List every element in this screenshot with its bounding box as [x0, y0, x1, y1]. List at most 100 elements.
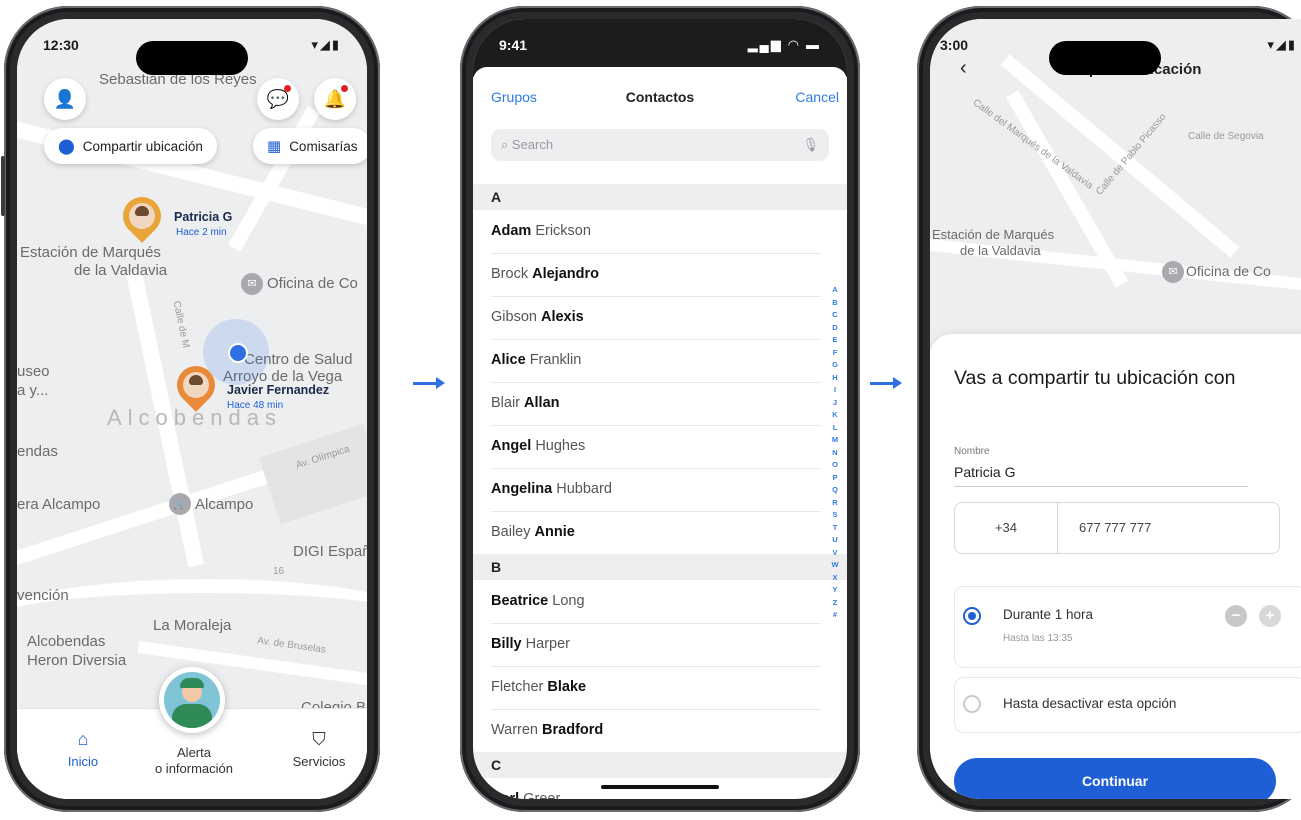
contact-row[interactable]: Brock Alejandro	[491, 253, 821, 297]
map-label: Alcobendas	[27, 633, 106, 650]
notification-dot	[341, 85, 348, 92]
map-screen: Sebastián de los Reyes Estación de Marqu…	[17, 19, 367, 799]
contact-row[interactable]: Angelina Hubbard	[491, 468, 821, 512]
contact-row[interactable]: Fletcher Blake	[491, 666, 821, 710]
contact-last-name: Alejandro	[532, 266, 599, 282]
radio-until-disabled[interactable]	[963, 695, 981, 713]
police-stations-chip[interactable]: ▦ Comisarías	[253, 128, 367, 164]
shopping-cart-icon[interactable]: 🛒	[169, 493, 191, 515]
index-letter[interactable]: G	[830, 359, 840, 372]
cancel-button[interactable]: Cancel	[795, 89, 839, 105]
microphone-icon[interactable]: 🎙	[802, 129, 819, 161]
dynamic-island	[1048, 41, 1161, 75]
index-letter[interactable]: H	[830, 372, 840, 385]
phone-frame-map: Sebastián de los Reyes Estación de Marqu…	[1, 6, 380, 812]
tab-alert[interactable]: Alerta o información	[139, 745, 249, 777]
contact-row[interactable]: Blair Allan	[491, 382, 821, 426]
index-letter[interactable]: P	[830, 472, 840, 485]
contact-pin-patricia[interactable]	[115, 189, 169, 243]
contact-last-seen: Hace 48 min	[227, 400, 284, 411]
option-until-disabled[interactable]: Hasta desactivar esta opción	[954, 677, 1301, 733]
map-label: endas	[17, 443, 58, 460]
index-letter[interactable]: F	[830, 347, 840, 360]
index-letter[interactable]: Z	[830, 597, 840, 610]
alert-fab-button[interactable]	[159, 667, 225, 733]
shield-icon: ⛉	[312, 729, 326, 749]
contact-row[interactable]: Adam Erickson	[491, 210, 821, 254]
contact-last-name: Allan	[524, 395, 560, 411]
index-letter[interactable]: K	[830, 409, 840, 422]
contact-row[interactable]: Bailey Annie	[491, 511, 821, 555]
index-letter[interactable]: N	[830, 447, 840, 460]
contact-last-name: Alexis	[540, 309, 584, 325]
bell-icon: 🔔	[323, 89, 347, 109]
index-letter[interactable]: #	[830, 609, 840, 622]
messages-button[interactable]: 💬	[257, 78, 299, 120]
index-letter[interactable]: W	[830, 559, 840, 572]
plus-button[interactable]: +	[1259, 605, 1281, 627]
contacts-screen: 9:41 ▂▄▆ ◠ ▬ Grupos Contactos Cancel ⌕ S…	[473, 19, 847, 799]
option-one-hour[interactable]: Durante 1 hora Hasta las 13:35 − +	[954, 586, 1301, 668]
index-letter[interactable]: J	[830, 397, 840, 410]
index-letter[interactable]: X	[830, 572, 840, 585]
index-letter[interactable]: R	[830, 497, 840, 510]
index-letter[interactable]: Y	[830, 584, 840, 597]
user-icon: 👤	[53, 89, 77, 109]
share-heading: Vas a compartir tu ubicación con	[954, 367, 1236, 389]
index-letter[interactable]: S	[830, 509, 840, 522]
name-field[interactable]: Patricia G	[954, 464, 1248, 487]
map-label: Estación de Marqués	[20, 244, 161, 261]
status-time: 3:00	[940, 37, 969, 53]
map-label: Calle de M	[170, 299, 192, 350]
index-letter[interactable]: A	[830, 284, 840, 297]
map-label: a y...	[17, 382, 49, 399]
country-code-select[interactable]: +34	[955, 503, 1058, 553]
tab-alert-label-2: o información	[154, 761, 234, 776]
contact-last-name: Franklin	[529, 352, 582, 368]
index-letter[interactable]: C	[830, 309, 840, 322]
index-letter[interactable]: T	[830, 522, 840, 535]
share-location-chip[interactable]: ⬤ Compartir ubicación	[44, 128, 217, 164]
share-screen: Calle del Marqués de la Valdavia Calle d…	[930, 19, 1301, 799]
index-letter[interactable]: D	[830, 322, 840, 335]
phone-frame-share: Calle del Marqués de la Valdavia Calle d…	[917, 6, 1301, 812]
phone-number-input[interactable]: 677 777 777	[1079, 503, 1151, 553]
home-indicator[interactable]	[601, 785, 719, 789]
index-letter[interactable]: U	[830, 534, 840, 547]
contact-last-name: Annie	[534, 524, 575, 540]
option-until-disabled-label: Hasta desactivar esta opción	[1003, 696, 1177, 711]
map-label: useo	[17, 363, 50, 380]
contact-row[interactable]: Alice Franklin	[491, 339, 821, 383]
continue-button[interactable]: Continuar	[954, 758, 1276, 799]
status-time: 9:41	[499, 37, 528, 53]
index-letter[interactable]: Q	[830, 484, 840, 497]
phone-field[interactable]: +34 677 777 777	[954, 502, 1280, 554]
tab-services[interactable]: ⛉ Servicios	[279, 729, 359, 769]
contact-row[interactable]: Gibson Alexis	[491, 296, 821, 340]
contact-row[interactable]: Beatrice Long	[491, 580, 821, 624]
contact-row[interactable]: Warren Bradford	[491, 709, 821, 753]
alphabet-index[interactable]: A B C D E F G H I J K L M N O P Q R S T U V W X Y Z #	[830, 284, 840, 622]
index-letter[interactable]: B	[830, 297, 840, 310]
search-input[interactable]: ⌕ Search 🎙	[491, 129, 829, 161]
index-letter[interactable]: V	[830, 547, 840, 560]
share-location-label: Compartir ubicación	[82, 138, 203, 154]
contact-row[interactable]: Billy Harper	[491, 623, 821, 667]
post-office-icon[interactable]: ✉	[241, 273, 263, 295]
contact-row[interactable]: Angel Hughes	[491, 425, 821, 469]
index-letter[interactable]: L	[830, 422, 840, 435]
index-letter[interactable]: I	[830, 384, 840, 397]
radio-one-hour[interactable]	[963, 607, 981, 625]
minus-button[interactable]: −	[1225, 605, 1247, 627]
option-one-hour-label: Durante 1 hora	[1003, 607, 1094, 622]
status-icons: ▾◢▮	[1267, 37, 1297, 52]
index-letter[interactable]: O	[830, 459, 840, 472]
contact-first-name: Beatrice	[491, 593, 549, 609]
profile-button[interactable]: 👤	[44, 78, 86, 120]
home-icon: ⌂	[77, 729, 89, 749]
my-location-dot[interactable]	[228, 343, 248, 363]
tab-home[interactable]: ⌂ Inicio	[55, 729, 111, 769]
index-letter[interactable]: M	[830, 434, 840, 447]
notifications-button[interactable]: 🔔	[314, 78, 356, 120]
index-letter[interactable]: E	[830, 334, 840, 347]
